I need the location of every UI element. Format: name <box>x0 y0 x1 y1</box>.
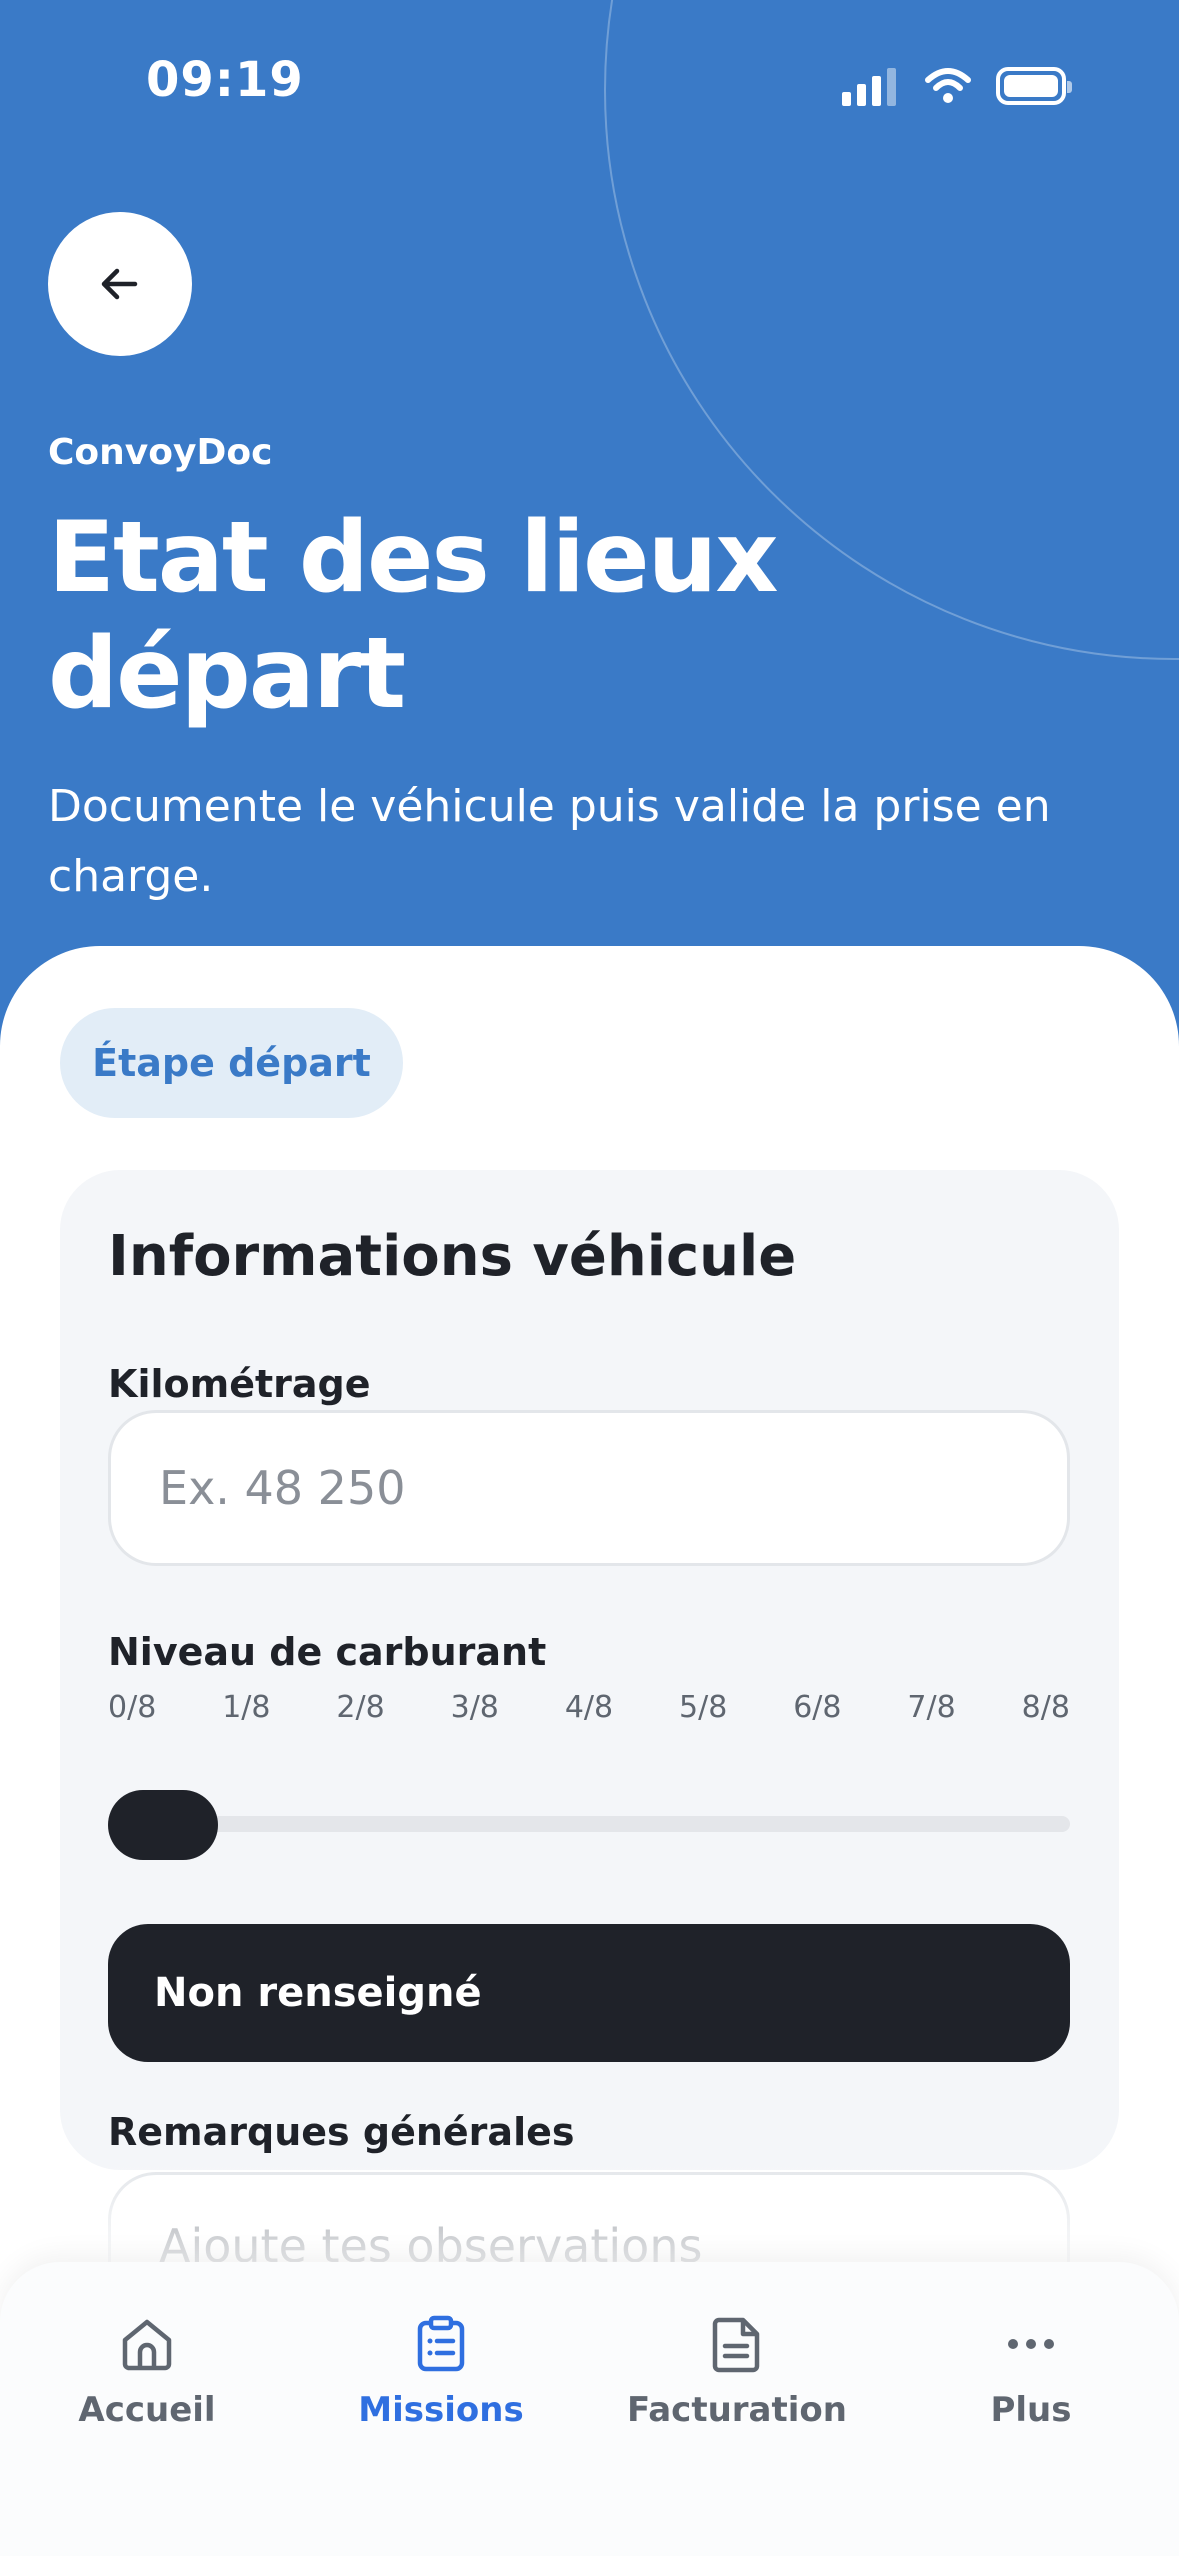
mileage-input[interactable] <box>108 1410 1070 1566</box>
fuel-tick: 6/8 <box>793 1690 842 1725</box>
header: 09:19 ConvoyDoc Etat des lieux départ Do… <box>0 0 1179 1060</box>
document-icon <box>712 2317 760 2373</box>
fuel-tick: 0/8 <box>108 1690 157 1725</box>
fuel-tick: 1/8 <box>222 1690 271 1725</box>
fuel-slider-thumb[interactable] <box>108 1790 218 1860</box>
fuel-status-button[interactable]: Non renseigné <box>108 1924 1070 2062</box>
tab-bar: Accueil Missions Facturation Plus <box>0 2262 1179 2556</box>
arrow-left-icon <box>101 268 138 300</box>
fuel-tick-labels: 0/8 1/8 2/8 3/8 4/8 5/8 6/8 7/8 8/8 <box>108 1690 1070 1725</box>
scroll-fade <box>0 2160 1179 2270</box>
tab-label: Accueil <box>78 2390 216 2430</box>
fuel-tick: 2/8 <box>336 1690 385 1725</box>
status-time: 09:19 <box>146 52 304 108</box>
wifi-icon <box>925 68 971 103</box>
signal-icon <box>842 66 896 106</box>
home-icon <box>122 2319 172 2371</box>
fuel-slider-track[interactable] <box>108 1816 1070 1832</box>
battery-icon <box>996 67 1072 105</box>
tab-accueil[interactable]: Accueil <box>0 2312 294 2430</box>
tab-label: Missions <box>358 2390 524 2430</box>
page-title: Etat des lieux départ <box>48 501 779 731</box>
page-subtitle: Documente le véhicule puis valide la pri… <box>48 781 1051 902</box>
tab-missions[interactable]: Missions <box>294 2312 588 2430</box>
fuel-tick: 3/8 <box>450 1690 499 1725</box>
back-button[interactable] <box>48 212 192 356</box>
app-name: ConvoyDoc <box>48 432 273 473</box>
card-title: Informations véhicule <box>108 1224 797 1289</box>
remarks-label: Remarques générales <box>108 2110 575 2154</box>
tab-plus[interactable]: Plus <box>884 2312 1178 2430</box>
vehicle-info-card: Informations véhicule Kilométrage Niveau… <box>60 1170 1119 2372</box>
fuel-tick: 8/8 <box>1021 1690 1070 1725</box>
mileage-label: Kilométrage <box>108 1362 371 1406</box>
fuel-tick: 7/8 <box>907 1690 956 1725</box>
more-dots-icon <box>1008 2339 1054 2349</box>
tab-label: Plus <box>990 2390 1072 2430</box>
fuel-tick: 4/8 <box>564 1690 614 1725</box>
clipboard-list-icon <box>417 2315 465 2372</box>
fuel-level-label: Niveau de carburant <box>108 1630 547 1674</box>
tab-facturation[interactable]: Facturation <box>590 2312 884 2430</box>
fuel-tick: 5/8 <box>679 1690 728 1725</box>
step-badge: Étape départ <box>60 1008 403 1118</box>
tab-label: Facturation <box>627 2390 847 2430</box>
status-icons <box>842 64 1072 108</box>
